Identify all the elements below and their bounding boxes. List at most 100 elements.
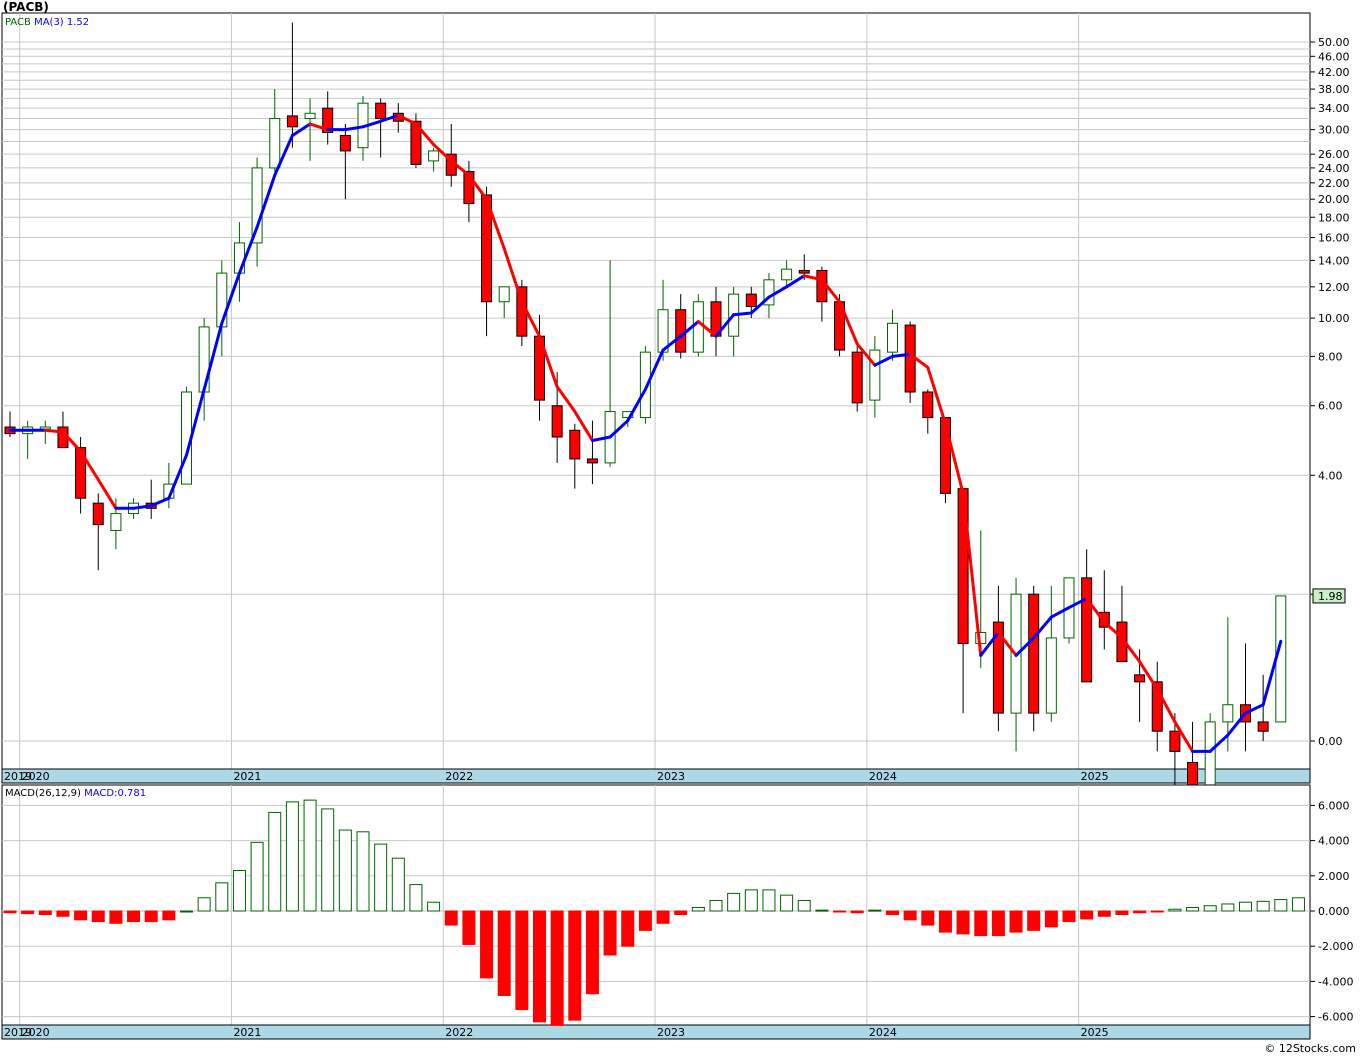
price-tick-label: 6.00 (1318, 400, 1343, 413)
candle-body-up (1045, 637, 1057, 714)
price-tick-label: 14.00 (1318, 254, 1350, 267)
candle-body-up (692, 301, 704, 353)
candle-body-down (339, 134, 351, 152)
candle-body-down (1134, 674, 1146, 683)
price-tick-label: 4.00 (1318, 469, 1343, 482)
candle-body-up (39, 426, 51, 430)
price-tick-label: 50.00 (1318, 36, 1350, 49)
candle-body-up (251, 167, 263, 244)
macd-bar-negative (850, 910, 864, 914)
macd-bar-positive (1203, 905, 1217, 912)
macd-bar-positive (815, 909, 829, 912)
candle-body-down (286, 115, 298, 128)
price-tick-label: 46.00 (1318, 50, 1350, 63)
candle-body-up (428, 150, 440, 162)
macd-tick-label: -4.000 (1318, 975, 1353, 988)
macd-bar-negative (1115, 910, 1129, 916)
macd-bar-positive (232, 870, 246, 912)
macd-bar-negative (444, 910, 458, 926)
candle-body-down (675, 309, 687, 353)
macd-bar-negative (109, 910, 123, 924)
macd-bar-negative (1044, 910, 1058, 928)
candle-body-down (375, 102, 387, 120)
macd-bar-positive (356, 831, 370, 912)
macd-bar-negative (533, 910, 546, 1023)
macd-year-label: 2023 (657, 1026, 685, 1039)
macd-bar-negative (497, 910, 511, 996)
macd-tick-label: 0.000 (1318, 905, 1350, 918)
legend-ma-label: MA(3) (34, 17, 67, 28)
price-year-label: 2024 (869, 770, 897, 783)
price-tick-label: 24.00 (1318, 162, 1350, 175)
price-tick-label: 16.00 (1318, 231, 1350, 244)
ma-segment (732, 311, 753, 317)
macd-legend-label: MACD(26,12,9) (5, 788, 84, 799)
macd-bar-positive (391, 857, 405, 912)
macd-legend-value: MACD:0.781 (84, 788, 146, 799)
macd-bar-negative (91, 910, 105, 923)
candle-body-up (498, 286, 510, 303)
candle-body-up (233, 242, 245, 274)
price-tick-label: 42.00 (1318, 66, 1350, 79)
price-year-label: 2021 (233, 770, 261, 783)
ma-segment (43, 428, 65, 434)
price-legend: PACB MA(3) 1.52 (5, 17, 89, 28)
macd-year-label: 2020 (22, 1026, 50, 1039)
macd-bar-negative (1027, 910, 1041, 931)
macd-year-band (1, 1024, 1311, 1040)
macd-tick-label: 4.000 (1318, 835, 1350, 848)
macd-bar-negative (568, 910, 582, 1021)
macd-bar-negative (938, 910, 952, 933)
macd-bar-positive (338, 829, 352, 912)
candle (851, 345, 863, 412)
candle-body-up (304, 112, 316, 120)
price-year-label: 2020 (22, 770, 50, 783)
macd-bar-positive (1256, 900, 1270, 912)
macd-bar-positive (709, 899, 723, 912)
macd-year-label: 2022 (445, 1026, 473, 1039)
macd-bar-negative (1133, 910, 1147, 914)
macd-legend: MACD(26,12,9) MACD:0.781 (5, 788, 146, 799)
macd-bar-negative (638, 910, 652, 931)
candle-body-down (1028, 593, 1040, 714)
candle-body-up (110, 513, 122, 531)
chart-canvas: 20192020 2021 2022 2023 2024 202550.0046.0042… (1, 12, 1353, 1040)
site-credit: © 12Stocks.com (1264, 1042, 1356, 1055)
candle (904, 321, 916, 403)
price-year-label: 2022 (445, 770, 473, 783)
macd-bar-negative (585, 910, 599, 995)
macd-bar-positive (215, 882, 229, 912)
macd-bar-negative (38, 910, 52, 916)
macd-bar-negative (56, 910, 70, 917)
candle-body-up (887, 322, 898, 353)
candle-body-down (745, 293, 757, 307)
price-frame (1, 12, 1311, 770)
macd-bar-positive (762, 889, 776, 912)
macd-year-label: 2024 (869, 1026, 897, 1039)
price-tick-label: 26.00 (1318, 148, 1350, 161)
candle-body-down (1169, 730, 1181, 752)
candle-body-down (569, 429, 581, 460)
macd-bar-negative (974, 910, 988, 937)
macd-bar-negative (921, 910, 935, 926)
candle-body-down (551, 405, 563, 438)
price-year-label: 2025 (1081, 770, 1109, 783)
macd-bar-positive (868, 909, 882, 912)
price-tick-label: 0.00 (1318, 735, 1343, 748)
macd-bar-negative (1062, 910, 1076, 923)
macd-bar-positive (1274, 899, 1288, 912)
candle-body-up (869, 349, 881, 401)
price-year-label: 2023 (657, 770, 685, 783)
macd-bar-negative (903, 910, 917, 921)
macd-bar-positive (250, 841, 264, 912)
candle-body-up (269, 118, 281, 169)
price-tick-label: 38.00 (1318, 83, 1350, 96)
ma-segment (891, 352, 912, 358)
macd-tick-label: -6.000 (1318, 1011, 1353, 1024)
last-price-label: 1.98 (1318, 590, 1343, 603)
candle-body-up (198, 326, 210, 393)
candle-body-up (1222, 704, 1234, 723)
macd-bar-negative (144, 910, 158, 923)
legend-ma-value: 1.52 (67, 17, 89, 28)
price-tick-label: 30.00 (1318, 124, 1350, 137)
